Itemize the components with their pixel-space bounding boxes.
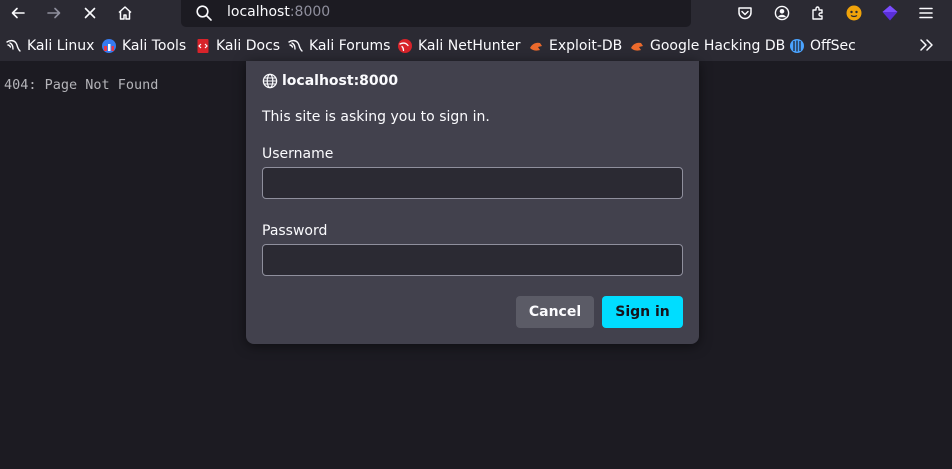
fox-extension-icon bbox=[846, 5, 862, 21]
bookmark-kali-nethunter[interactable]: Kali NetHunter bbox=[397, 36, 520, 56]
bookmark-label: Kali Tools bbox=[122, 38, 187, 54]
bookmark-label: Kali Docs bbox=[216, 38, 281, 54]
exploit-db-icon bbox=[528, 38, 544, 54]
extension-gem-button[interactable] bbox=[876, 0, 904, 26]
sign-in-button[interactable]: Sign in bbox=[602, 296, 683, 328]
kali-docs-icon bbox=[195, 38, 211, 54]
dialog-host: localhost:8000 bbox=[282, 73, 399, 89]
search-icon bbox=[196, 5, 212, 21]
globe-icon bbox=[262, 73, 278, 89]
back-button[interactable] bbox=[4, 0, 32, 26]
url-text[interactable]: localhost:8000 bbox=[227, 4, 330, 20]
back-arrow-icon bbox=[11, 7, 25, 19]
menu-button[interactable] bbox=[912, 0, 940, 26]
chevron-double-right-icon bbox=[920, 39, 933, 51]
bookmark-exploit-db[interactable]: Exploit-DB bbox=[528, 36, 622, 56]
dialog-message: This site is asking you to sign in. bbox=[262, 109, 490, 125]
cancel-button[interactable]: Cancel bbox=[516, 296, 594, 328]
close-icon bbox=[84, 7, 96, 19]
url-port: :8000 bbox=[289, 4, 331, 20]
bookmark-kali-tools[interactable]: Kali Tools bbox=[101, 36, 186, 56]
home-button[interactable] bbox=[111, 0, 139, 26]
bookmark-label: Kali Linux bbox=[27, 38, 95, 54]
pocket-icon bbox=[738, 7, 752, 20]
username-field[interactable] bbox=[262, 167, 683, 199]
navigation-toolbar: localhost:8000 bbox=[0, 0, 952, 28]
bookmark-label: Google Hacking DB bbox=[650, 38, 786, 54]
bookmark-label: Kali NetHunter bbox=[418, 38, 521, 54]
nethunter-icon bbox=[397, 38, 413, 54]
bookmarks-overflow-button[interactable] bbox=[918, 36, 938, 56]
password-field[interactable] bbox=[262, 244, 683, 276]
exploit-db-icon bbox=[629, 38, 645, 54]
bookmark-label: OffSec bbox=[810, 38, 856, 54]
gem-extension-icon bbox=[882, 5, 898, 21]
bookmark-label: Kali Forums bbox=[309, 38, 391, 54]
hamburger-menu-icon bbox=[919, 7, 933, 19]
http-auth-dialog: localhost:8000 This site is asking you t… bbox=[246, 61, 699, 344]
kali-tools-icon bbox=[101, 38, 117, 54]
offsec-icon bbox=[789, 38, 805, 54]
bookmark-google-hacking-db[interactable]: Google Hacking DB bbox=[629, 36, 785, 56]
bookmark-label: Exploit-DB bbox=[549, 38, 623, 54]
password-label: Password bbox=[262, 223, 328, 239]
home-icon bbox=[118, 6, 132, 20]
bookmarks-toolbar: Kali Linux Kali Tools Kali Docs Kali For… bbox=[0, 28, 952, 61]
account-button[interactable] bbox=[768, 0, 796, 26]
forward-button[interactable] bbox=[40, 0, 68, 26]
bookmark-kali-docs[interactable]: Kali Docs bbox=[195, 36, 280, 56]
account-icon bbox=[774, 5, 790, 21]
extensions-button[interactable] bbox=[804, 0, 832, 26]
kali-dragon-icon bbox=[6, 38, 22, 54]
bookmark-kali-forums[interactable]: Kali Forums bbox=[288, 36, 390, 56]
error-text: 404: Page Not Found bbox=[4, 77, 159, 93]
bookmark-kali-linux[interactable]: Kali Linux bbox=[6, 36, 94, 56]
forward-arrow-icon bbox=[47, 7, 61, 19]
extension-fox-button[interactable] bbox=[840, 0, 868, 26]
url-bar[interactable]: localhost:8000 bbox=[181, 0, 691, 27]
stop-button[interactable] bbox=[76, 0, 104, 26]
username-label: Username bbox=[262, 146, 334, 162]
pocket-button[interactable] bbox=[731, 0, 759, 26]
puzzle-icon bbox=[812, 6, 823, 20]
kali-dragon-icon bbox=[288, 38, 304, 54]
url-host: localhost bbox=[227, 4, 290, 20]
dialog-header: localhost:8000 bbox=[262, 73, 398, 89]
bookmark-offsec[interactable]: OffSec bbox=[789, 36, 856, 56]
